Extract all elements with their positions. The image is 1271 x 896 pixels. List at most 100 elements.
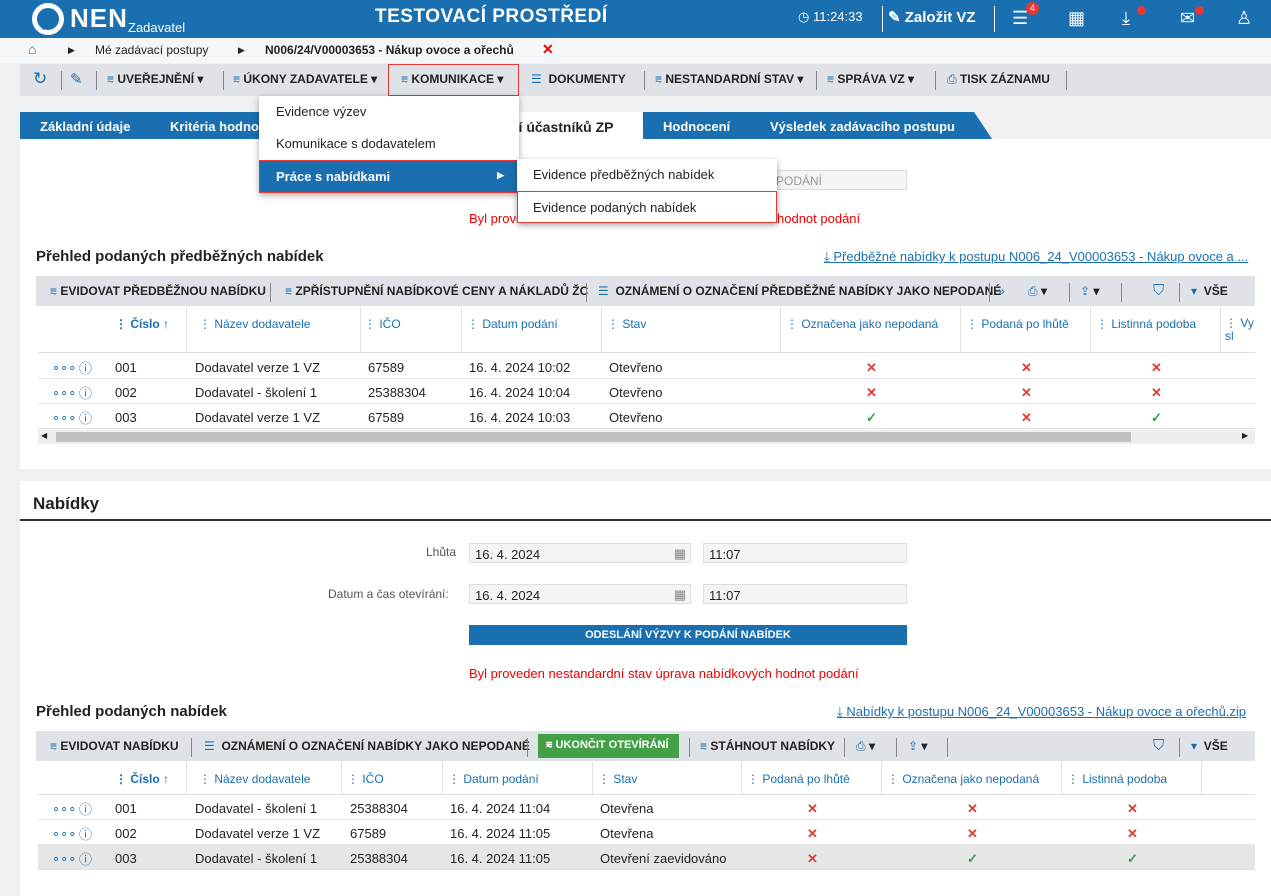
info-icon[interactable]: ⓘ: [79, 383, 92, 402]
scroll-right-icon[interactable]: ▶: [1242, 431, 1248, 440]
documents-button[interactable]: ☰ DOKUMENTY: [531, 72, 626, 86]
table-row[interactable]: ∘∘∘ ⓘ 002 Dodavatel verze 1 VZ 67589 16.…: [38, 820, 1255, 845]
register-prelim-offer-button[interactable]: ⩳ EVIDOVAT PŘEDBĚŽNOU NABÍDKU: [50, 284, 266, 299]
export-menu-icon[interactable]: ⇪ ▾: [908, 739, 927, 753]
menu-item-prelim-offers-label: Evidence předběžných nabídek: [533, 167, 715, 182]
col-ico[interactable]: ⋮ IČO: [347, 772, 384, 786]
calendar-icon[interactable]: ▦: [674, 587, 686, 603]
publish-menu-button[interactable]: ⩳ UVEŘEJNĚNÍ ▾: [107, 72, 203, 87]
tab-evaluation[interactable]: Hodnocení: [643, 112, 768, 139]
scrollbar-thumb[interactable]: [56, 432, 1131, 442]
partial-button[interactable]: PODÁNÍ: [770, 170, 907, 190]
export-menu-icon[interactable]: ⇪ ▾: [1080, 284, 1099, 298]
user-icon[interactable]: ♙: [1236, 8, 1252, 29]
col-late[interactable]: ⋮ Podaná po lhůtě: [966, 317, 1069, 331]
communication-menu-button[interactable]: ⩳ KOMUNIKACE ▾: [388, 64, 519, 96]
home-icon[interactable]: ⌂: [28, 41, 36, 57]
col-date[interactable]: ⋮ Datum podání: [448, 772, 539, 786]
deadline-date-value: 16. 4. 2024: [475, 547, 541, 562]
tab-basic-info[interactable]: Základní údaje: [20, 112, 170, 139]
col-supplier[interactable]: ⋮ Název dodavatele: [199, 317, 310, 331]
print-menu-icon[interactable]: ⎙ ▾: [856, 739, 875, 754]
col-state[interactable]: ⋮ Stav: [598, 772, 637, 786]
row-actions-icon[interactable]: ∘∘∘: [52, 801, 76, 817]
print-record-button[interactable]: ⎙ TISK ZÁZNAMU: [947, 72, 1050, 87]
deadline-time-field[interactable]: 11:07: [703, 543, 907, 563]
menu-item-offers-work[interactable]: Práce s nabídkami ▶: [259, 160, 519, 193]
col-date[interactable]: ⋮ Datum podání: [467, 317, 558, 331]
finish-opening-button[interactable]: ⩳ UKONČIT OTEVÍRÁNÍ: [538, 734, 679, 758]
view-selector[interactable]: ▾ VŠE: [1191, 739, 1228, 753]
cell-ico: 67589: [350, 826, 387, 841]
register-offer-button[interactable]: ⩳ EVIDOVAT NABÍDKU: [50, 739, 179, 754]
info-icon[interactable]: ⓘ: [79, 849, 92, 868]
nonstandard-state-button[interactable]: ⩳ NESTANDARDNÍ STAV ▾: [655, 72, 803, 87]
row-actions-icon[interactable]: ∘∘∘: [52, 360, 76, 376]
inbox-icon[interactable]: ⤓: [1122, 6, 1146, 29]
col-divider: [1090, 307, 1091, 353]
nen-logo-icon[interactable]: [32, 3, 64, 35]
breadcrumb-item-procedures[interactable]: Mé zadávací postupy: [95, 43, 208, 57]
col-supplier[interactable]: ⋮ Název dodavatele: [199, 772, 310, 786]
filter-icon[interactable]: ⛉: [1153, 282, 1164, 299]
row-actions-icon[interactable]: ∘∘∘: [52, 826, 76, 842]
contract-admin-button[interactable]: ⩳ SPRÁVA VZ ▾: [827, 72, 914, 87]
scroll-left-icon[interactable]: ◀: [41, 431, 47, 440]
refresh-icon[interactable]: ↻: [33, 69, 47, 89]
row-actions-icon[interactable]: ∘∘∘: [52, 385, 76, 401]
offers-download-link[interactable]: ⤓ Nabídky k postupu N006_24_V00003653 - …: [837, 704, 1246, 720]
info-icon[interactable]: ⓘ: [79, 824, 92, 843]
pencil-icon[interactable]: ✎: [70, 70, 83, 88]
table-row[interactable]: ∘∘∘ ⓘ 001 Dodavatel verze 1 VZ 67589 16.…: [38, 354, 1255, 379]
menu-item-invitations[interactable]: Evidence výzev: [259, 96, 519, 128]
mark-unsubmitted-button[interactable]: ☰ OZNÁMENÍ O OZNAČENÍ NABÍDKY JAKO NEPOD…: [204, 739, 530, 753]
menu-item-supplier-communication[interactable]: Komunikace s dodavatelem: [259, 128, 519, 160]
breadcrumb-item-current[interactable]: N006/24/V00003653 - Nákup ovoce a ořechů: [265, 43, 514, 57]
col-unsubmitted[interactable]: ⋮ Označena jako nepodaná: [887, 772, 1039, 786]
col-divider: [881, 762, 882, 795]
table-row-selected[interactable]: ∘∘∘ ⓘ 003 Dodavatel - školení 1 25388304…: [38, 845, 1255, 870]
table-row[interactable]: ∘∘∘ ⓘ 001 Dodavatel - školení 1 25388304…: [38, 795, 1255, 820]
col-number[interactable]: ⋮ Číslo ↑: [115, 772, 169, 786]
send-invitation-button[interactable]: ODESLÁNÍ VÝZVY K PODÁNÍ NABÍDEK: [469, 625, 907, 645]
info-icon[interactable]: ⓘ: [79, 408, 92, 427]
contract-admin-label: SPRÁVA VZ: [837, 72, 905, 86]
row-actions-icon[interactable]: ∘∘∘: [52, 410, 76, 426]
horizontal-scrollbar[interactable]: ◀ ▶: [38, 430, 1255, 444]
download-offers-button[interactable]: ⩳ STÁHNOUT NABÍDKY: [700, 739, 835, 754]
col-number[interactable]: ⋮ Číslo ↑: [115, 317, 169, 331]
col-state[interactable]: ⋮ Stav: [607, 317, 646, 331]
contracting-acts-button[interactable]: ⩳ ÚKONY ZADAVATELE ▾: [233, 72, 377, 87]
deadline-date-field[interactable]: 16. 4. 2024 ▦: [469, 543, 691, 563]
print-menu-icon[interactable]: ⎙ ▾: [1028, 284, 1047, 299]
opening-time-field[interactable]: 11:07: [703, 584, 907, 604]
create-contract-button[interactable]: ✎ Založit VZ: [888, 8, 976, 26]
price-disclosure-button[interactable]: ⩳ ZPŘÍSTUPNĚNÍ NABÍDKOVÉ CENY A NÁKLADŮ …: [285, 284, 588, 299]
col-paper[interactable]: ⋮ Listinná podoba: [1067, 772, 1167, 786]
col-late[interactable]: ⋮ Podaná po lhůtě: [747, 772, 850, 786]
menu-icon[interactable]: ☰ 4: [1012, 2, 1040, 29]
mark-unsubmitted-prelim-button[interactable]: ☰ OZNÁMENÍ O OZNAČENÍ PŘEDBĚŽNÉ NABÍDKY …: [598, 284, 1001, 298]
prelim-offers-download-link[interactable]: ⤓ Předběžné nabídky k postupu N006_24_V0…: [824, 249, 1248, 265]
menu-item-prelim-offers[interactable]: Evidence předběžných nabídek: [517, 159, 777, 191]
calendar-icon[interactable]: ▦: [674, 546, 686, 562]
info-icon[interactable]: ⓘ: [79, 358, 92, 377]
col-unsubmitted[interactable]: ⋮ Označena jako nepodaná: [786, 317, 938, 331]
col-paper[interactable]: ⋮ Listinná podoba: [1096, 317, 1196, 331]
mail-icon[interactable]: ✉: [1180, 6, 1204, 29]
filter-icon[interactable]: ⛉: [1153, 737, 1164, 754]
close-icon[interactable]: ✕: [542, 41, 554, 58]
table-row[interactable]: ∘∘∘ ⓘ 002 Dodavatel - školení 1 25388304…: [38, 379, 1255, 404]
col-more[interactable]: ⋮ Vy sl: [1225, 317, 1255, 343]
more-icon[interactable]: »: [998, 284, 1005, 298]
logo-text[interactable]: NEN: [70, 3, 128, 34]
table-row[interactable]: ∘∘∘ ⓘ 003 Dodavatel verze 1 VZ 67589 16.…: [38, 404, 1255, 429]
tab-result[interactable]: Výsledek zadávacího postupu: [750, 112, 992, 139]
view-selector[interactable]: ▾ VŠE: [1191, 284, 1228, 298]
menu-item-submitted-offers[interactable]: Evidence podaných nabídek: [517, 191, 777, 223]
col-ico[interactable]: ⋮ IČO: [364, 317, 401, 331]
calendar-icon[interactable]: ▦: [1068, 8, 1085, 29]
row-actions-icon[interactable]: ∘∘∘: [52, 851, 76, 867]
opening-date-field[interactable]: 16. 4. 2024 ▦: [469, 584, 691, 604]
info-icon[interactable]: ⓘ: [79, 799, 92, 818]
